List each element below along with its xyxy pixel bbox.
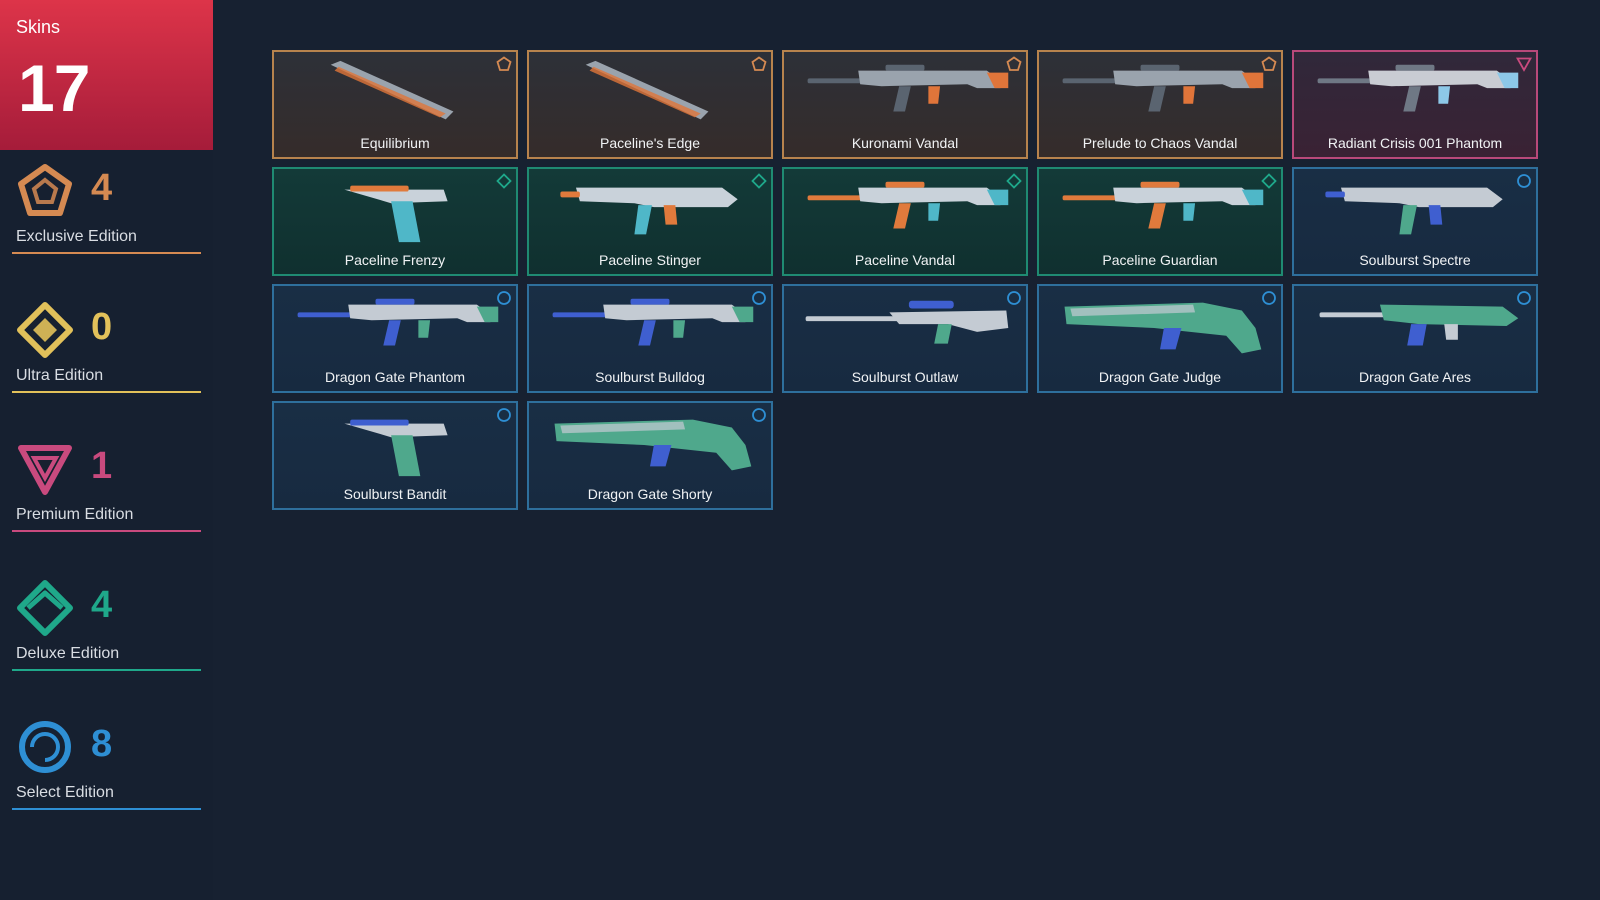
weapon-skin-image <box>537 288 763 368</box>
weapon-skin-image <box>282 288 508 368</box>
weapon-skin-image <box>792 288 1018 368</box>
tier-premium[interactable]: 1 Premium Edition <box>12 440 201 532</box>
skin-grid: Equilibrium Paceline's Edge Kuronami Van… <box>272 50 1538 510</box>
skin-name: Soulburst Bulldog <box>595 369 705 385</box>
skin-card[interactable]: Soulburst Bulldog <box>527 284 773 393</box>
tier-count: 1 <box>91 445 113 487</box>
skin-name: Paceline Guardian <box>1102 252 1218 268</box>
skin-card[interactable]: Dragon Gate Judge <box>1037 284 1283 393</box>
skin-name: Equilibrium <box>360 135 430 151</box>
select-edition-icon <box>16 718 74 776</box>
weapon-skin-image <box>537 405 763 485</box>
skin-card[interactable]: Soulburst Outlaw <box>782 284 1028 393</box>
tier-name: Select Edition <box>16 784 114 801</box>
deluxe-edition-badge-icon <box>1261 173 1277 189</box>
skin-name: Soulburst Bandit <box>343 486 447 502</box>
select-edition-badge-icon <box>1261 290 1277 306</box>
weapon-skin-image <box>792 54 1018 134</box>
skin-name: Paceline Vandal <box>854 252 956 268</box>
tier-name: Deluxe Edition <box>16 645 120 662</box>
skin-name: Paceline Stinger <box>599 252 701 268</box>
tier-count: 0 <box>91 306 113 348</box>
tier-exclusive[interactable]: 4 Exclusive Edition <box>12 162 201 254</box>
tier-sidebar: Skins 17 4 Exclusive Edition 0 Ultra Editi… <box>0 0 213 900</box>
weapon-skin-image <box>537 171 763 251</box>
exclusive-edition-badge-icon <box>751 56 767 72</box>
skins-collection-screen: Skins 17 4 Exclusive Edition 0 Ultra Editi… <box>0 0 1600 900</box>
skin-name: Kuronami Vandal <box>851 135 959 151</box>
total-skins-label: Skins <box>16 17 61 37</box>
skin-card[interactable]: Dragon Gate Ares <box>1292 284 1538 393</box>
premium-edition-icon <box>16 440 74 498</box>
skin-card[interactable]: Paceline Guardian <box>1037 167 1283 276</box>
tier-name: Exclusive Edition <box>16 228 137 245</box>
skin-card[interactable]: Dragon Gate Shorty <box>527 401 773 510</box>
exclusive-edition-icon <box>16 162 74 220</box>
deluxe-edition-badge-icon <box>751 173 767 189</box>
premium-edition-badge-icon <box>1515 56 1533 72</box>
select-edition-badge-icon <box>1006 290 1022 306</box>
skin-card[interactable]: Paceline Frenzy <box>272 167 518 276</box>
select-edition-badge-icon <box>1516 290 1532 306</box>
skin-name: Radiant Crisis 001 Phantom <box>1327 135 1503 151</box>
tier-name: Premium Edition <box>16 506 134 523</box>
weapon-skin-image <box>1302 171 1528 251</box>
skin-card[interactable]: Kuronami Vandal <box>782 50 1028 159</box>
skin-name: Dragon Gate Ares <box>1358 369 1472 385</box>
skin-name: Soulburst Outlaw <box>851 369 959 385</box>
weapon-skin-image <box>792 171 1018 251</box>
skin-name: Dragon Gate Phantom <box>324 369 466 385</box>
total-skins-panel: Skins 17 <box>0 0 213 150</box>
skin-name: Dragon Gate Shorty <box>587 486 713 502</box>
skin-name: Paceline's Edge <box>600 135 700 151</box>
weapon-skin-image <box>1302 288 1528 368</box>
skin-card[interactable]: Paceline Stinger <box>527 167 773 276</box>
skin-card[interactable]: Dragon Gate Phantom <box>272 284 518 393</box>
skin-name: Prelude to Chaos Vandal <box>1082 135 1238 151</box>
skin-card[interactable]: Soulburst Spectre <box>1292 167 1538 276</box>
weapon-skin-image <box>282 54 508 134</box>
select-edition-badge-icon <box>751 407 767 423</box>
tier-ultra[interactable]: 0 Ultra Edition <box>12 301 201 393</box>
tier-count: 8 <box>91 723 113 765</box>
tier-deluxe[interactable]: 4 Deluxe Edition <box>12 579 201 671</box>
tier-count: 4 <box>91 584 113 626</box>
tier-select[interactable]: 8 Select Edition <box>12 718 201 810</box>
skin-name: Soulburst Spectre <box>1359 252 1471 268</box>
skin-name: Dragon Gate Judge <box>1098 369 1222 385</box>
skin-name: Paceline Frenzy <box>344 252 446 268</box>
skin-card[interactable]: Paceline Vandal <box>782 167 1028 276</box>
weapon-skin-image <box>537 54 763 134</box>
skin-card[interactable]: Prelude to Chaos Vandal <box>1037 50 1283 159</box>
deluxe-edition-badge-icon <box>496 173 512 189</box>
skin-card[interactable]: Equilibrium <box>272 50 518 159</box>
tier-name: Ultra Edition <box>16 367 104 384</box>
weapon-skin-image <box>1047 171 1273 251</box>
tier-count: 4 <box>91 167 113 209</box>
skin-card[interactable]: Radiant Crisis 001 Phantom <box>1292 50 1538 159</box>
select-edition-badge-icon <box>1516 173 1532 189</box>
ultra-edition-icon <box>16 301 74 359</box>
exclusive-edition-badge-icon <box>1261 56 1277 72</box>
skin-card[interactable]: Paceline's Edge <box>527 50 773 159</box>
select-edition-badge-icon <box>751 290 767 306</box>
weapon-skin-image <box>282 405 508 485</box>
select-edition-badge-icon <box>496 290 512 306</box>
weapon-skin-image <box>1047 54 1273 134</box>
exclusive-edition-badge-icon <box>496 56 512 72</box>
weapon-skin-image <box>1047 288 1273 368</box>
deluxe-edition-icon <box>16 579 74 637</box>
total-skins-count: 17 <box>18 51 90 125</box>
weapon-skin-image <box>1302 54 1528 134</box>
weapon-skin-image <box>282 171 508 251</box>
skin-card[interactable]: Soulburst Bandit <box>272 401 518 510</box>
exclusive-edition-badge-icon <box>1006 56 1022 72</box>
deluxe-edition-badge-icon <box>1006 173 1022 189</box>
select-edition-badge-icon <box>496 407 512 423</box>
